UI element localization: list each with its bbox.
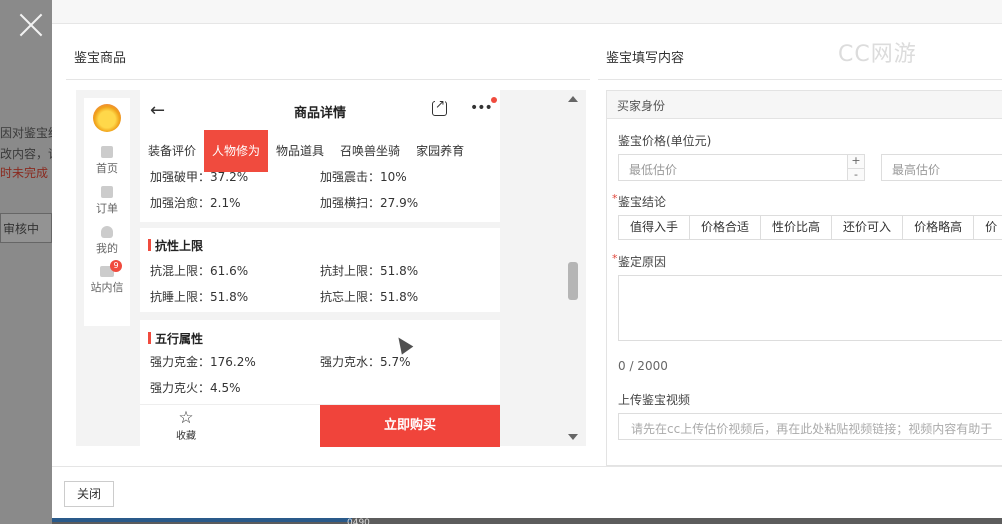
appraisal-dialog: 鉴宝商品 鉴宝填写内容 CC网游 首页 订单 我的 9 站内信 ← 商品详情 ↗… — [52, 0, 1002, 518]
verdict-option[interactable]: 还价可入 — [831, 215, 904, 240]
attribute-card: 加强破甲：37.2% 加强震击：10% 加强治愈：2.1% 加强横扫：27.9% — [140, 170, 500, 222]
buy-now-button[interactable]: 立即购买 — [320, 405, 500, 447]
stat-value: 抗封上限：51.8% — [320, 264, 419, 278]
sidebar-item-label: 站内信 — [90, 281, 124, 294]
app-logo-icon — [93, 104, 121, 132]
left-panel-title: 鉴宝商品 — [74, 51, 127, 66]
right-panel-title: 鉴宝填写内容 — [606, 51, 685, 66]
stat-value: 加强破甲：37.2% — [150, 170, 249, 184]
sidebar-item-label: 我的 — [96, 242, 118, 255]
sidebar-item-messages[interactable]: 9 站内信 — [84, 260, 130, 295]
divider — [66, 79, 590, 80]
favorite-button[interactable]: ☆ 收藏 — [166, 409, 206, 442]
watermark-logo: CC网游 — [838, 42, 917, 67]
phone-tabs: 装备评价 人物修为 物品道具 召唤兽坐骑 家园养育 — [140, 130, 500, 172]
card-title: 五行属性 — [148, 330, 203, 347]
video-link-input[interactable]: 请先在cc上传估价视频后，再在此处粘贴视频链接；视频内容有助于 — [618, 413, 1002, 440]
max-price-input[interactable]: 最高估价 — [881, 154, 1002, 181]
reason-textarea[interactable] — [618, 275, 1002, 341]
stat-value: 强力克水：5.7% — [320, 355, 411, 369]
divider — [598, 79, 1002, 80]
unread-badge: 9 — [110, 260, 122, 272]
background-taskbar: 0490 — [52, 518, 1002, 524]
price-stepper[interactable]: + - — [847, 154, 865, 181]
sidebar-item-mine[interactable]: 我的 — [84, 226, 130, 256]
user-icon — [101, 226, 113, 238]
sidebar-item-label: 首页 — [96, 162, 118, 175]
verdict-label: 鉴宝结论 — [612, 192, 666, 210]
stat-value: 强力克火：4.5% — [150, 381, 241, 395]
appraisal-form: 买家身份 鉴宝价格(单位元) 最低估价 + - 最高估价 鉴宝结论 值得入手 价… — [606, 90, 1002, 466]
verdict-options: 值得入手 价格合适 性价比高 还价可入 价格略高 价 — [618, 215, 1002, 240]
decrement-icon[interactable]: - — [848, 168, 864, 181]
mail-icon: 9 — [100, 260, 122, 277]
tab-pets-mounts[interactable]: 召唤兽坐骑 — [332, 130, 408, 172]
verdict-option[interactable]: 价格略高 — [902, 215, 975, 240]
stat-value: 加强横扫：27.9% — [320, 196, 419, 210]
more-icon[interactable]: ••• — [470, 97, 497, 116]
scroll-up-icon[interactable] — [568, 96, 578, 102]
stat-value: 加强治愈：2.1% — [150, 196, 241, 210]
background-tab: 审核中 — [0, 213, 52, 243]
star-icon: ☆ — [178, 408, 194, 428]
verdict-option[interactable]: 性价比高 — [760, 215, 833, 240]
stat-value: 抗睡上限：51.8% — [150, 290, 249, 304]
home-icon — [101, 146, 113, 158]
verdict-option[interactable]: 值得入手 — [618, 215, 691, 240]
scrollbar-thumb[interactable] — [568, 262, 578, 300]
resist-card: 抗性上限 抗混上限：61.6% 抗封上限：51.8% 抗睡上限：51.8% 抗忘… — [140, 228, 500, 312]
tab-equipment[interactable]: 装备评价 — [140, 130, 204, 172]
form-section-title: 买家身份 — [607, 91, 1002, 119]
product-preview: 首页 订单 我的 9 站内信 ← 商品详情 ••• 装 — [76, 90, 586, 447]
phone-screen: ← 商品详情 ••• 装备评价 人物修为 物品道具 召唤兽坐骑 家园养育 加强破… — [140, 90, 500, 447]
stat-value: 抗忘上限：51.8% — [320, 290, 419, 304]
stat-value: 加强震击：10% — [320, 170, 407, 184]
phone-header: ← 商品详情 ••• — [140, 90, 500, 130]
phone-action-bar: ☆ 收藏 立即购买 — [140, 404, 500, 447]
tab-home[interactable]: 家园养育 — [408, 130, 472, 172]
background-text: 时未完成 — [0, 166, 49, 180]
background-tab-label: 审核中 — [3, 222, 40, 236]
price-label: 鉴宝价格(单位元) — [618, 134, 712, 148]
taskbar-tag: 0490 — [347, 518, 370, 524]
sidebar-item-label: 订单 — [96, 202, 118, 215]
dialog-footer: 关闭 — [52, 466, 1002, 518]
scroll-down-icon[interactable] — [568, 434, 578, 440]
sidebar-item-home[interactable]: 首页 — [84, 146, 130, 176]
background-text: 因对鉴宝结 — [0, 126, 52, 140]
char-counter: 0 / 2000 — [618, 359, 668, 373]
element-card: 五行属性 强力克金：176.2% 强力克水：5.7% 强力克火：4.5% — [140, 320, 500, 404]
order-icon — [101, 186, 113, 198]
preview-sidebar: 首页 订单 我的 9 站内信 — [84, 98, 130, 326]
stat-value: 强力克金：176.2% — [150, 355, 256, 369]
close-button[interactable]: 关闭 — [64, 481, 115, 507]
stat-value: 抗混上限：61.6% — [150, 264, 249, 278]
reason-label: 鉴定原因 — [612, 252, 666, 270]
card-title: 抗性上限 — [148, 237, 203, 254]
video-label: 上传鉴宝视频 — [618, 393, 691, 407]
tab-items[interactable]: 物品道具 — [268, 130, 332, 172]
taskbar-strip — [52, 518, 352, 522]
preview-scrollbar[interactable] — [564, 90, 582, 446]
sidebar-item-orders[interactable]: 订单 — [84, 186, 130, 216]
dialog-top-bar — [52, 0, 1002, 24]
verdict-option[interactable]: 价 — [973, 215, 1002, 240]
background-text: 改内容，请 — [0, 147, 52, 161]
verdict-option[interactable]: 价格合适 — [689, 215, 762, 240]
tab-character[interactable]: 人物修为 — [204, 130, 269, 172]
favorite-label: 收藏 — [176, 431, 196, 442]
close-overlay-icon[interactable] — [14, 8, 50, 44]
min-price-input[interactable]: 最低估价 — [618, 154, 848, 181]
notification-dot — [490, 97, 497, 103]
increment-icon[interactable]: + — [848, 155, 864, 168]
share-icon[interactable] — [432, 97, 447, 116]
background-page: 因对鉴宝结 改内容，请 时未完成 审核中 — [0, 0, 52, 524]
